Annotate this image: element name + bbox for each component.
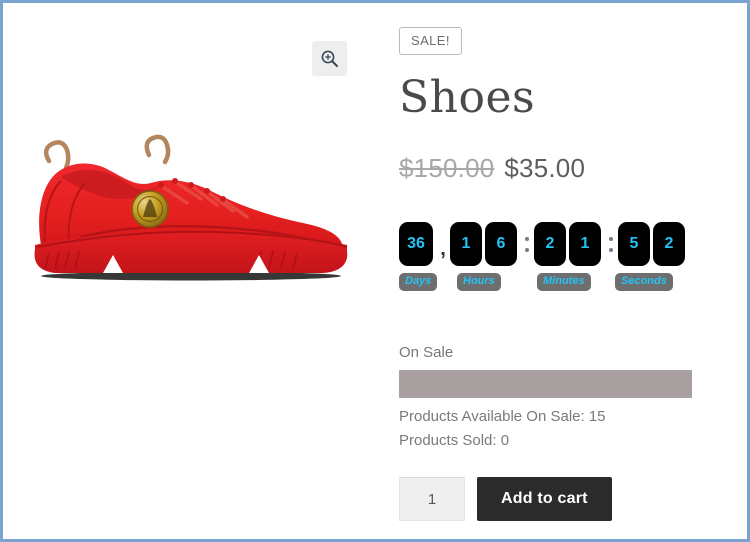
countdown-group-days: 36 — [399, 222, 436, 267]
countdown-digit-minutes-tens: 2 — [534, 222, 566, 267]
sale-progress-bar — [399, 370, 692, 399]
magnifier-plus-icon[interactable] — [312, 41, 347, 76]
countdown-digit-hours-tens: 1 — [450, 222, 482, 267]
price-original: $150.00 — [399, 153, 495, 184]
add-to-cart-form: Add to cart — [399, 477, 729, 522]
colon-dot-upper — [609, 236, 613, 241]
countdown-digits-row: 36 , 1 6 2 1 5 2 — [399, 222, 729, 268]
countdown-group-seconds: 5 2 — [618, 222, 688, 267]
add-to-cart-button[interactable]: Add to cart — [477, 477, 612, 522]
price-sale: $35.00 — [504, 153, 586, 184]
countdown-labels-row: Days Hours Minutes Seconds — [399, 273, 729, 297]
product-gallery — [3, 3, 355, 299]
countdown-digit-seconds-ones: 2 — [653, 222, 685, 267]
product-summary: SALE! Shoes $150.00 $35.00 36 , 1 6 2 1 … — [399, 3, 729, 522]
products-sold-text: Products Sold: 0 — [399, 432, 510, 450]
quantity-input[interactable] — [399, 477, 465, 522]
countdown-label-seconds: Seconds — [615, 273, 673, 292]
colon-dot-lower — [525, 247, 529, 252]
products-available-text: Products Available On Sale: 15 — [399, 408, 606, 426]
colon-dot-lower — [609, 247, 613, 252]
countdown-group-minutes: 2 1 — [534, 222, 604, 267]
countdown-digit-minutes-ones: 1 — [569, 222, 601, 267]
browser-viewport: SALE! Shoes $150.00 $35.00 36 , 1 6 2 1 … — [0, 0, 750, 542]
product-image-sneaker — [11, 125, 355, 299]
countdown-group-hours: 1 6 — [450, 222, 520, 267]
stock-label: On Sale — [399, 344, 454, 362]
product-page: SALE! Shoes $150.00 $35.00 36 , 1 6 2 1 … — [3, 3, 747, 539]
colon-dot-upper — [525, 236, 529, 241]
countdown-separator-comma: , — [440, 238, 446, 261]
countdown-label-hours: Hours — [457, 273, 501, 292]
sale-progress-fill — [399, 370, 692, 399]
sale-countdown-timer: 36 , 1 6 2 1 5 2 Days Hours Minutes Seco… — [399, 222, 729, 298]
countdown-label-days: Days — [399, 273, 438, 292]
countdown-separator-colon-2 — [604, 222, 618, 266]
countdown-label-minutes: Minutes — [537, 273, 591, 292]
countdown-digit-days: 36 — [399, 222, 433, 267]
countdown-separator-colon-1 — [520, 222, 534, 266]
product-image-frame[interactable] — [11, 13, 355, 299]
status-badge-sale: SALE! — [399, 27, 462, 55]
product-container: SALE! Shoes $150.00 $35.00 36 , 1 6 2 1 … — [3, 3, 747, 539]
page-title: Shoes — [399, 72, 536, 123]
price-row: $150.00 $35.00 — [399, 153, 729, 184]
stock-status-block: On Sale Products Available On Sale: 15 P… — [399, 344, 729, 449]
countdown-digit-seconds-tens: 5 — [618, 222, 650, 267]
countdown-digit-hours-ones: 6 — [485, 222, 517, 267]
